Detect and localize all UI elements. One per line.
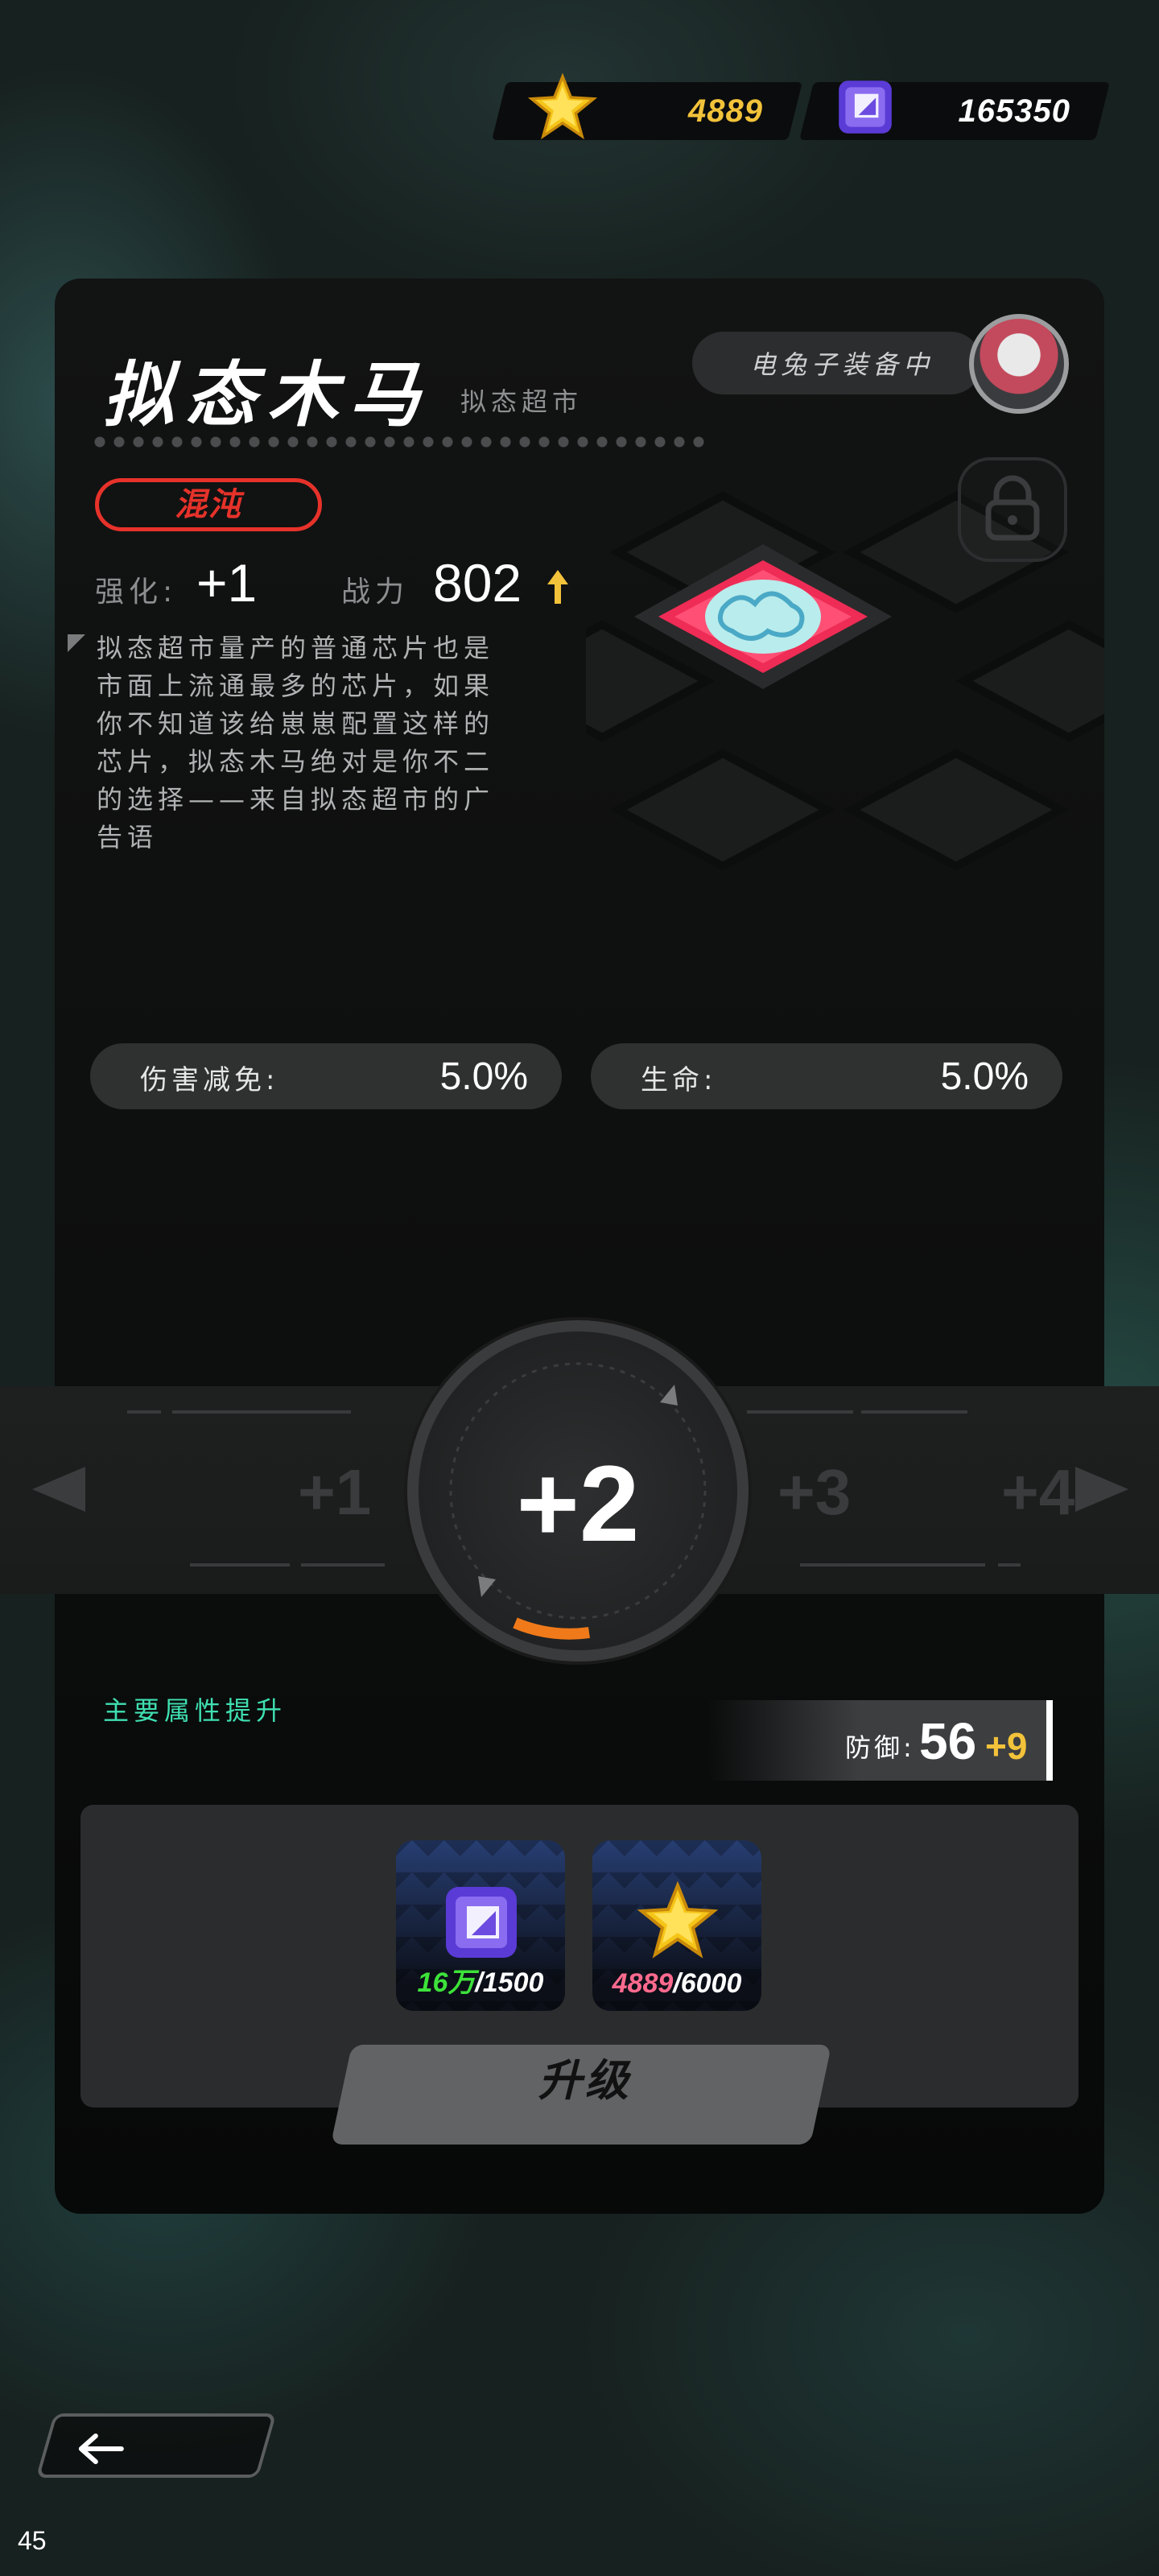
power-up-arrow-icon (547, 570, 568, 604)
strip-line (800, 1563, 985, 1567)
attribute-hp: 生命: 5.0% (591, 1043, 1062, 1109)
strip-line (861, 1410, 967, 1414)
strip-line (747, 1410, 853, 1414)
level-next-arrow-icon[interactable] (1075, 1467, 1128, 1512)
strip-line (998, 1563, 1021, 1567)
chip-cube-icon (839, 80, 892, 134)
upgrade-button[interactable]: 升级 (330, 2045, 832, 2145)
defense-label: 防御: (845, 1732, 915, 1763)
level-option-next2[interactable]: +4 (1001, 1455, 1074, 1530)
defense-increase-bar: 防御: 56 +9 (708, 1700, 1053, 1781)
current-level-value: +2 (516, 1444, 640, 1564)
equipped-by-status: 电兔子装备中 (692, 332, 982, 394)
level-option-prev[interactable]: +1 (298, 1455, 371, 1530)
chip-item-image (634, 544, 892, 689)
attribute-value: 5.0% (439, 1055, 528, 1098)
main-attribute-title: 主要属性提升 (103, 1695, 287, 1726)
level-option-next[interactable]: +3 (777, 1455, 851, 1530)
enhance-value: +1 (196, 553, 258, 613)
chip-currency-display[interactable]: 165350 (799, 80, 1110, 140)
rarity-badge: 混沌 (95, 478, 322, 531)
description-corner-mark (68, 634, 85, 652)
strip-line (190, 1563, 290, 1567)
cost-amount: 4889/6000 (612, 1968, 742, 1999)
item-source: 拟态超市 (460, 386, 584, 417)
cost-amount: 16万/1500 (417, 1967, 544, 1998)
lock-icon (985, 475, 1040, 541)
power-label: 战力 (341, 576, 410, 609)
arrow-left-icon (78, 2434, 124, 2464)
defense-bonus: +9 (985, 1725, 1028, 1767)
star-coin-icon (637, 1880, 718, 1959)
title-divider-dots (90, 435, 710, 449)
gold-currency-display[interactable]: 4889 (492, 72, 802, 140)
fps-counter: 45 (18, 2526, 47, 2555)
attribute-damage-reduction: 伤害减免: 5.0% (90, 1043, 562, 1109)
gold-amount: 4889 (688, 93, 763, 129)
cost-item-gold[interactable]: 4889/6000 (592, 1840, 761, 2011)
character-avatar[interactable] (969, 314, 1069, 414)
strip-line (127, 1410, 161, 1414)
strip-line (301, 1563, 385, 1567)
star-coin-icon (528, 72, 597, 140)
enhance-label: 强化: (95, 576, 178, 609)
upgrade-button-label: 升级 (538, 2055, 632, 2106)
attribute-label: 生命: (641, 1064, 717, 1096)
attribute-value: 5.0% (940, 1055, 1029, 1098)
power-value: 802 (433, 553, 522, 613)
lock-button[interactable] (958, 457, 1067, 562)
chip-amount: 165350 (958, 93, 1070, 129)
cost-item-chip[interactable]: 16万/1500 (396, 1840, 565, 2011)
strip-line (172, 1410, 351, 1414)
level-dial[interactable]: +2 (407, 1320, 749, 1662)
defense-value: 56 (919, 1712, 977, 1770)
item-description: 拟态超市量产的普通芯片也是市面上流通最多的芯片，如果你不知道该给崽崽配置这样的芯… (97, 633, 495, 852)
item-name: 拟态木马 (103, 353, 432, 436)
level-prev-arrow-icon[interactable] (32, 1467, 85, 1512)
chip-cube-icon (446, 1887, 517, 1958)
attribute-label: 伤害减免: (140, 1064, 279, 1096)
back-button[interactable] (35, 2413, 277, 2478)
